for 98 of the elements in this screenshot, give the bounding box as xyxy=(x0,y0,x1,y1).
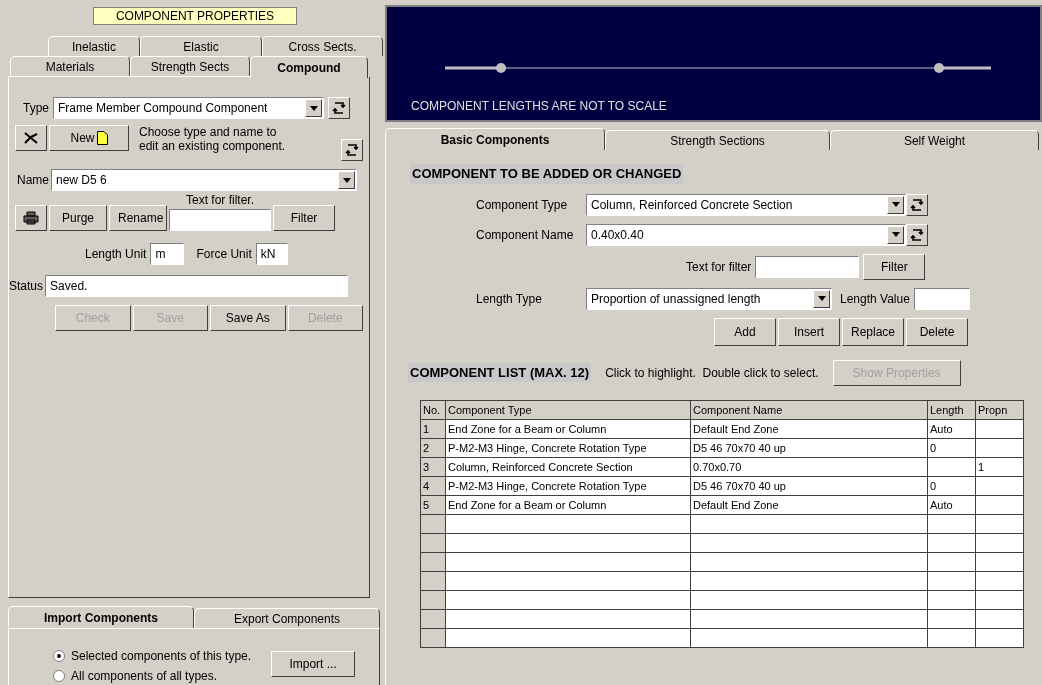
tab[interactable]: Basic Components xyxy=(385,128,605,150)
refresh-icon xyxy=(332,101,346,115)
filter-field[interactable] xyxy=(169,209,271,231)
field-label: Length Type xyxy=(476,290,543,308)
tab[interactable]: Strength Sections xyxy=(605,130,830,150)
filter-field[interactable] xyxy=(755,255,860,278)
radio-button[interactable] xyxy=(53,670,65,682)
edit-button[interactable]: Insert xyxy=(778,317,840,346)
column-header: Propn xyxy=(976,400,1023,419)
table-cell: 1 xyxy=(421,419,445,438)
hint-text: edit an existing component. xyxy=(139,139,286,153)
filter-button[interactable]: Filter xyxy=(273,205,335,231)
row-header-cell xyxy=(421,552,445,571)
tab[interactable]: Cross Sects. xyxy=(262,36,383,56)
table-cell: D5 46 70x70 40 up xyxy=(691,476,927,495)
list-hint: Click to highlight. Double click to select. xyxy=(605,364,819,382)
row-header-cell xyxy=(421,533,445,552)
document-icon xyxy=(96,131,108,145)
tab[interactable]: Export Components xyxy=(194,608,380,628)
force-unit-field[interactable]: kN xyxy=(255,243,288,265)
tab[interactable]: Import Components xyxy=(8,606,194,628)
import-button[interactable]: Import ... xyxy=(271,651,356,677)
action-button[interactable]: Rename xyxy=(109,205,167,231)
length-value-field[interactable] xyxy=(913,287,970,310)
radio-label: All components of all types. xyxy=(71,668,218,685)
table-cell: D5 46 70x70 40 up xyxy=(691,438,927,457)
name-dropdown[interactable]: new D5 6 xyxy=(51,169,357,191)
component-name-dropdown[interactable]: 0.40x0.40 xyxy=(586,223,906,246)
radio-button[interactable] xyxy=(53,650,65,662)
table-cell: P-M2-M3 Hinge, Concrete Rotation Type xyxy=(446,476,690,495)
tab[interactable]: Compound xyxy=(250,56,368,78)
refresh-button[interactable] xyxy=(906,223,928,246)
edit-button[interactable]: Replace xyxy=(842,317,904,346)
table-cell: Auto xyxy=(928,495,975,514)
field-label: Length Unit xyxy=(85,246,147,263)
refresh-button[interactable] xyxy=(328,97,350,119)
refresh-icon xyxy=(910,197,924,212)
edit-button[interactable]: Delete xyxy=(906,317,968,346)
filter-button[interactable]: Filter xyxy=(863,253,926,280)
list-title: COMPONENT LIST (MAX. 12) xyxy=(408,362,592,383)
row-header-cell xyxy=(421,609,445,628)
panel-title: COMPONENT PROPERTIES xyxy=(93,7,297,25)
field-label: Status xyxy=(9,278,44,295)
table-cell: 4 xyxy=(421,476,445,495)
tab[interactable]: Materials xyxy=(10,56,130,76)
field-label: Name xyxy=(17,172,49,189)
table-cell: 0 xyxy=(928,438,975,457)
refresh-button[interactable] xyxy=(341,139,363,161)
table-cell: 3 xyxy=(421,457,445,476)
table-cell: Default End Zone xyxy=(691,419,927,438)
field-label: Component Type xyxy=(476,196,569,214)
tab[interactable]: Strength Sects xyxy=(130,56,250,76)
tab[interactable]: Elastic xyxy=(140,36,262,56)
type-dropdown[interactable]: Frame Member Compound Component xyxy=(53,97,324,119)
table-cell: End Zone for a Beam or Column xyxy=(446,495,690,514)
component-type-dropdown[interactable]: Column, Reinforced Concrete Section xyxy=(586,193,906,216)
action-button[interactable]: Purge xyxy=(49,205,107,231)
status-field[interactable]: Saved. xyxy=(45,275,349,297)
scale-note: COMPONENT LENGTHS ARE NOT TO SCALE xyxy=(411,98,668,115)
field-label: Component Name xyxy=(476,226,575,244)
column-header: Component Type xyxy=(446,400,690,419)
table-cell: 0 xyxy=(928,476,975,495)
table-cell: Column, Reinforced Concrete Section xyxy=(446,457,690,476)
field-label: Type xyxy=(23,100,49,117)
table-cell: 2 xyxy=(421,438,445,457)
table-cell: Auto xyxy=(928,419,975,438)
table-cell: 1 xyxy=(976,457,1023,476)
refresh-icon xyxy=(345,143,359,157)
field-label: Length Value xyxy=(840,290,910,308)
column-header: Component Name xyxy=(691,400,927,419)
length-unit-field[interactable]: m xyxy=(150,243,185,265)
table-cell: P-M2-M3 Hinge, Concrete Rotation Type xyxy=(446,438,690,457)
table-cell: Default End Zone xyxy=(691,495,927,514)
column-header: No. xyxy=(421,400,445,419)
new-button[interactable]: New xyxy=(49,125,129,151)
row-header-cell xyxy=(421,628,445,647)
action-button[interactable]: Save As xyxy=(210,305,286,331)
radio-label: Selected components of this type. xyxy=(71,648,252,665)
field-label: Text for filter xyxy=(686,258,752,276)
table-cell: 0.70x0.70 xyxy=(691,457,927,476)
table-cell: 5 xyxy=(421,495,445,514)
field-label: Text for filter. xyxy=(186,192,254,209)
print-button[interactable] xyxy=(15,205,47,231)
column-header: Length xyxy=(928,400,975,419)
field-label: Force Unit xyxy=(196,246,252,263)
refresh-icon xyxy=(910,227,924,242)
tab[interactable]: Self Weight xyxy=(830,130,1039,150)
printer-icon xyxy=(23,211,39,225)
refresh-button[interactable] xyxy=(906,193,928,216)
row-header-cell xyxy=(421,571,445,590)
hint-text: Choose type and name to xyxy=(139,125,278,139)
tab[interactable]: Inelastic xyxy=(48,36,140,56)
length-type-dropdown[interactable]: Proportion of unassigned length xyxy=(586,287,832,310)
section-title: COMPONENT TO BE ADDED OR CHANGED xyxy=(410,164,684,184)
row-header-cell xyxy=(421,590,445,609)
edit-button[interactable]: Add xyxy=(714,317,776,346)
row-header-cell xyxy=(421,514,445,533)
table-cell: End Zone for a Beam or Column xyxy=(446,419,690,438)
